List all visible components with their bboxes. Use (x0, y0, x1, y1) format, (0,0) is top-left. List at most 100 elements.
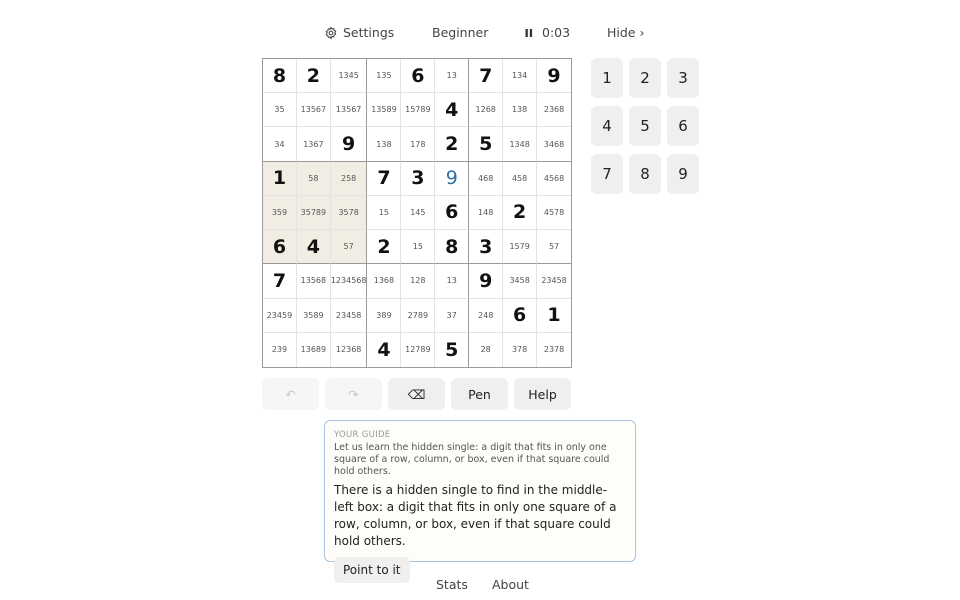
board-cell-r2c9[interactable]: 2368 (537, 93, 571, 128)
board-cell-r2c5[interactable]: 15789 (401, 93, 436, 128)
board-cell-r3c3[interactable]: 9 (330, 127, 368, 162)
board-cell-r1c1[interactable]: 8 (263, 59, 297, 94)
board-cell-r2c1[interactable]: 35 (263, 93, 297, 128)
board-cell-r8c7[interactable]: 248 (469, 298, 504, 333)
board-cell-r5c2[interactable]: 35789 (296, 195, 331, 231)
board-cell-r4c9[interactable]: 4568 (537, 162, 571, 196)
board-cell-r4c6[interactable]: 9 (435, 161, 470, 196)
keypad-button-8[interactable]: 8 (629, 154, 661, 194)
board-cell-r4c8[interactable]: 458 (503, 161, 538, 196)
keypad-button-7[interactable]: 7 (591, 154, 623, 194)
board-cell-r7c6[interactable]: 13 (435, 264, 470, 299)
board-cell-r7c7[interactable]: 9 (469, 264, 504, 299)
keypad-button-4[interactable]: 4 (591, 106, 623, 146)
board-cell-r6c6[interactable]: 8 (435, 230, 470, 265)
board-cell-r8c8[interactable]: 6 (503, 298, 538, 333)
board-cell-r9c6[interactable]: 5 (435, 332, 470, 367)
board-cell-r2c4[interactable]: 13589 (367, 93, 402, 128)
board-cell-r3c8[interactable]: 1348 (503, 127, 538, 162)
keypad-button-3[interactable]: 3 (667, 58, 699, 98)
keypad-button-6[interactable]: 6 (667, 106, 699, 146)
undo-button[interactable]: ↶ (262, 378, 319, 410)
board-cell-r2c2[interactable]: 13567 (296, 93, 331, 128)
board-cell-r8c4[interactable]: 389 (367, 298, 402, 333)
keypad-button-2[interactable]: 2 (629, 58, 661, 98)
board-cell-r5c3[interactable]: 3578 (330, 195, 368, 231)
board-cell-r7c4[interactable]: 1368 (367, 264, 402, 299)
pen-button[interactable]: Pen (451, 378, 508, 410)
board-cell-r9c3[interactable]: 12368 (331, 332, 368, 367)
settings-button[interactable]: Settings (324, 23, 394, 43)
board-cell-r9c7[interactable]: 28 (469, 332, 504, 367)
board-cell-r6c4[interactable]: 2 (367, 230, 402, 265)
board-cell-r6c9[interactable]: 57 (537, 230, 571, 265)
board-cell-r8c3[interactable]: 23458 (330, 298, 368, 333)
board-cell-r5c6[interactable]: 6 (435, 195, 470, 231)
stats-link[interactable]: Stats (436, 577, 468, 593)
board-cell-r3c2[interactable]: 1367 (296, 127, 331, 162)
hide-button[interactable]: Hide › (607, 23, 644, 43)
board-cell-r7c2[interactable]: 13568 (296, 264, 331, 299)
board-cell-r3c9[interactable]: 3468 (537, 127, 571, 162)
point-to-it-button[interactable]: Point to it (334, 557, 410, 583)
board-cell-r3c7[interactable]: 5 (469, 127, 504, 162)
board-cell-r5c8[interactable]: 2 (503, 195, 538, 231)
difficulty-selector[interactable]: Beginner (432, 23, 488, 43)
keypad-button-9[interactable]: 9 (667, 154, 699, 194)
keypad-button-1[interactable]: 1 (591, 58, 623, 98)
board-cell-r7c5[interactable]: 128 (401, 264, 436, 299)
board-cell-r9c5[interactable]: 12789 (401, 332, 436, 367)
board-cell-r8c1[interactable]: 23459 (263, 298, 297, 333)
pause-button[interactable]: 0:03 (525, 23, 570, 43)
board-cell-r8c2[interactable]: 3589 (296, 298, 331, 333)
board-cell-r6c2[interactable]: 4 (296, 230, 331, 265)
board-cell-r4c2[interactable]: 58 (296, 161, 331, 196)
board-cell-r8c9[interactable]: 1 (537, 299, 571, 333)
board-cell-r2c6[interactable]: 4 (435, 93, 470, 128)
board-cell-r1c4[interactable]: 135 (367, 59, 402, 94)
board-cell-r7c9[interactable]: 23458 (537, 264, 571, 299)
board-cell-r3c5[interactable]: 178 (401, 127, 436, 162)
board-cell-r4c1[interactable]: 1 (263, 161, 297, 196)
board-cell-r4c3[interactable]: 258 (330, 161, 368, 196)
keypad-button-5[interactable]: 5 (629, 106, 661, 146)
board-cell-r6c7[interactable]: 3 (469, 230, 504, 265)
board-cell-r3c1[interactable]: 34 (263, 127, 297, 162)
board-cell-r9c2[interactable]: 13689 (297, 332, 331, 367)
board-cell-r9c9[interactable]: 2378 (537, 333, 571, 367)
board-cell-r5c7[interactable]: 148 (469, 195, 504, 231)
board-cell-r8c6[interactable]: 37 (435, 298, 470, 333)
board-cell-r4c5[interactable]: 3 (401, 161, 436, 196)
board-cell-r9c1[interactable]: 239 (263, 332, 297, 367)
board-cell-r1c8[interactable]: 134 (503, 59, 538, 94)
board-cell-r3c6[interactable]: 2 (435, 127, 470, 162)
board-cell-r1c2[interactable]: 2 (296, 59, 331, 94)
board-cell-r5c5[interactable]: 145 (401, 195, 436, 231)
board-cell-r6c5[interactable]: 15 (401, 230, 436, 265)
board-cell-r8c5[interactable]: 2789 (401, 298, 436, 333)
board-cell-r9c4[interactable]: 4 (367, 332, 402, 367)
board-cell-r2c3[interactable]: 13567 (330, 93, 368, 128)
erase-button[interactable]: ⌫ (388, 378, 445, 410)
board-cell-r4c7[interactable]: 468 (469, 161, 504, 196)
board-cell-r1c5[interactable]: 6 (401, 59, 436, 94)
board-cell-r5c4[interactable]: 15 (367, 195, 402, 231)
board-cell-r1c3[interactable]: 1345 (330, 59, 368, 94)
help-button[interactable]: Help (514, 378, 571, 410)
board-cell-r6c1[interactable]: 6 (263, 230, 297, 265)
board-cell-r2c7[interactable]: 1268 (469, 93, 504, 128)
board-cell-r5c9[interactable]: 4578 (537, 196, 571, 231)
board-cell-r6c3[interactable]: 57 (330, 230, 368, 265)
board-cell-r1c7[interactable]: 7 (469, 59, 504, 94)
board-cell-r1c9[interactable]: 9 (537, 59, 571, 94)
board-cell-r5c1[interactable]: 359 (263, 195, 297, 231)
board-cell-r4c4[interactable]: 7 (367, 161, 402, 196)
board-cell-r3c4[interactable]: 138 (367, 127, 402, 162)
board-cell-r9c8[interactable]: 378 (503, 332, 538, 367)
about-link[interactable]: About (492, 577, 529, 593)
board-cell-r7c3[interactable]: 1234568 (330, 264, 368, 299)
board-cell-r7c1[interactable]: 7 (263, 264, 297, 299)
board-cell-r2c8[interactable]: 138 (503, 93, 538, 128)
board-cell-r6c8[interactable]: 1579 (503, 230, 538, 265)
redo-button[interactable]: ↷ (325, 378, 382, 410)
